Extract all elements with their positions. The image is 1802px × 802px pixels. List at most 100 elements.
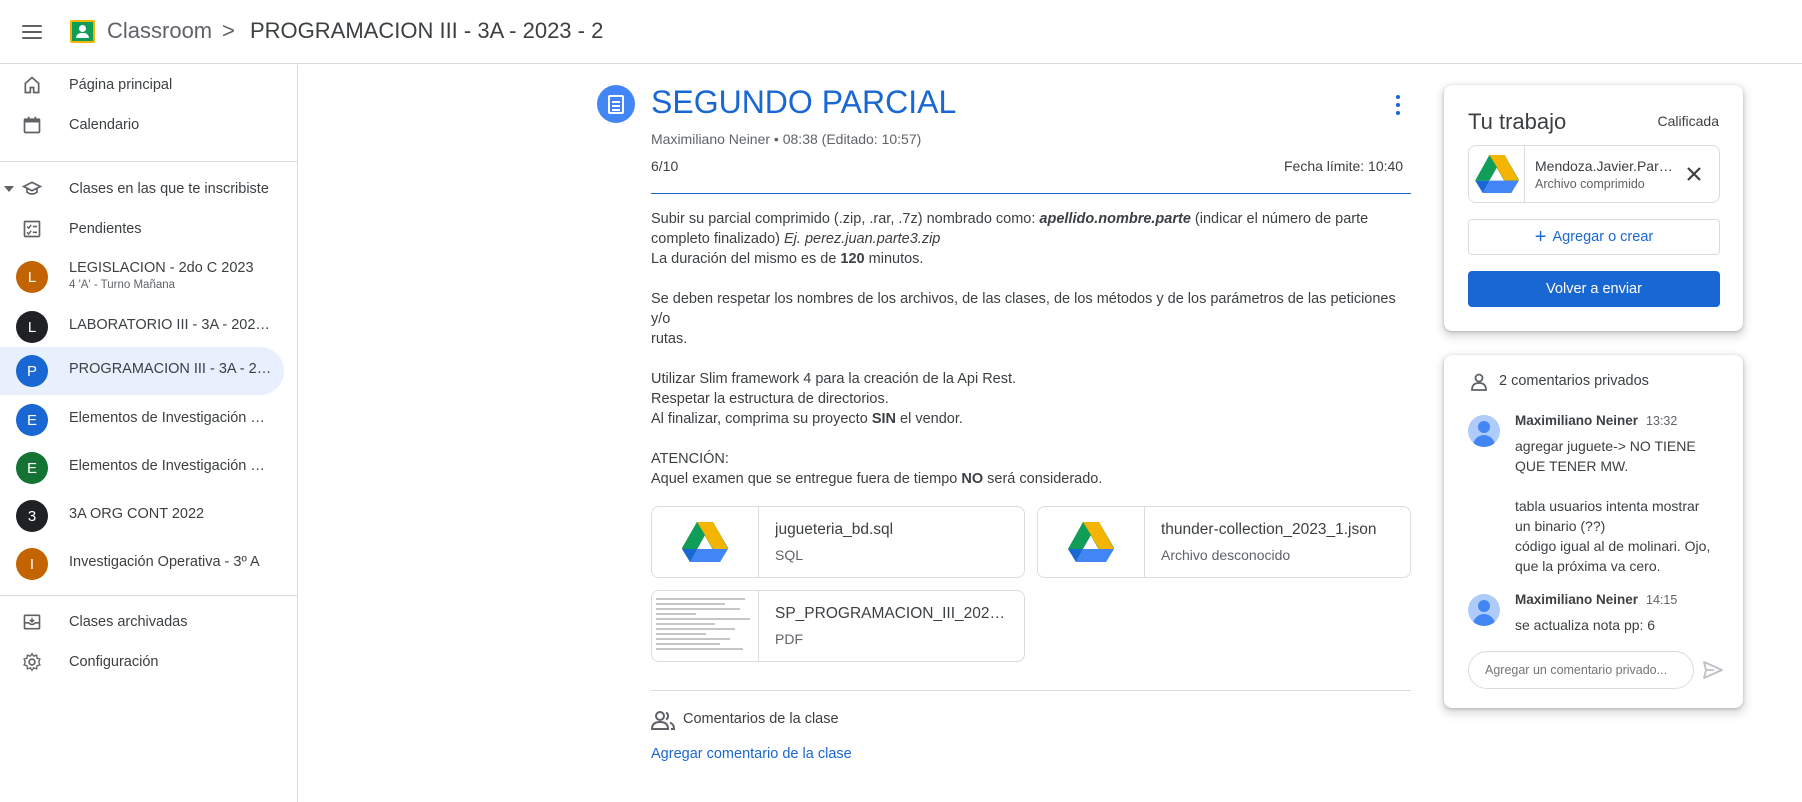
instructions-text: Se deben respetar los nombres de los arc… (651, 291, 1396, 327)
person-icon (1471, 373, 1487, 391)
class-avatar: L (16, 311, 48, 343)
class-avatar: P (16, 355, 48, 387)
sidebar-item-class[interactable]: E Elementos de Investigación Operativa (0, 444, 284, 492)
private-comment-input[interactable] (1468, 651, 1694, 689)
instructions-paragraph-4: ATENCIÓN: Aquel examen que se entregue f… (651, 449, 1411, 489)
assignment-time: 08:38 (Editado: 10:57) (782, 131, 922, 147)
breadcrumb-class-title[interactable]: PROGRAMACION III - 3A - 2023 - 2 (250, 18, 603, 44)
attachment-thumbnail (1038, 507, 1145, 577)
attachment-card[interactable]: thunder-collection_2023_1.json Archivo d… (1037, 506, 1411, 578)
comment-text: se actualiza nota pp: 6 (1515, 617, 1656, 633)
class-avatar: L (16, 261, 48, 293)
sidebar-item-archived[interactable]: Clases archivadas (0, 602, 284, 642)
attachment-type: SQL (775, 547, 804, 563)
instructions-text: Respetar la estructura de directorios. (651, 391, 889, 407)
sidebar-item-label: Investigación Operativa - 3º A (69, 554, 260, 570)
sidebar-item-class[interactable]: I Investigación Operativa - 3º A (0, 540, 284, 588)
archive-icon (23, 614, 41, 630)
top-app-bar: Classroom > PROGRAMACION III - 3A - 2023… (0, 0, 1802, 64)
sidebar-item-label: PROGRAMACION III - 3A - 2023 - 2 (69, 361, 274, 377)
instructions-text: será considerado. (983, 471, 1103, 487)
sidebar: Página principal Calendario Clases en la… (0, 65, 298, 802)
sidebar-item-class[interactable]: 3 3A ORG CONT 2022 (0, 492, 284, 540)
more-options-icon[interactable] (1392, 95, 1404, 115)
comment-time: 13:32 (1646, 414, 1678, 428)
attachment-type: PDF (775, 631, 803, 647)
instructions-text: La duración del mismo es de (651, 251, 841, 267)
resubmit-button[interactable]: Volver a enviar (1468, 271, 1720, 307)
avatar (1468, 415, 1500, 447)
attachment-name: SP_PROGRAMACION_III_2023_2.pdf (775, 605, 1011, 622)
close-icon[interactable] (1683, 163, 1705, 185)
class-avatar: E (16, 404, 48, 436)
instructions-text: el vendor. (895, 411, 963, 427)
checklist-icon (23, 220, 41, 238)
add-or-create-button[interactable]: + Agregar o crear (1468, 219, 1720, 255)
sidebar-item-label: Clases archivadas (69, 614, 188, 630)
sidebar-item-enrolled[interactable]: Clases en las que te inscribiste (0, 169, 284, 209)
instructions-emphasis: NO (961, 471, 984, 487)
main-menu-button[interactable] (20, 20, 44, 44)
sidebar-item-calendar[interactable]: Calendario (0, 105, 284, 145)
class-avatar: 3 (16, 500, 48, 532)
send-icon[interactable] (1702, 660, 1724, 680)
instructions-text: Subir su parcial comprimido (.zip, .rar,… (651, 211, 1040, 227)
instructions-text: (indicar el número de parte (1190, 211, 1369, 227)
instructions-text: Al finalizar, comprima su proyecto (651, 411, 872, 427)
gear-icon (23, 652, 41, 672)
divider (651, 690, 1411, 691)
submitted-file-chip[interactable]: Mendoza.Javier.Parte.zip Archivo comprim… (1468, 145, 1720, 203)
calendar-icon (23, 116, 41, 134)
classroom-logo-icon[interactable] (70, 20, 95, 43)
app-title[interactable]: Classroom (107, 18, 212, 44)
instructions-text: completo finalizado) (651, 231, 784, 247)
grade-status: Calificada (1657, 113, 1719, 129)
sidebar-item-label: Elementos de Investigación Operativa (69, 410, 274, 426)
instructions-paragraph-1: Subir su parcial comprimido (.zip, .rar,… (651, 209, 1411, 269)
submitted-file-type: Archivo comprimido (1535, 177, 1645, 191)
sidebar-item-todo[interactable]: Pendientes (0, 209, 284, 249)
sidebar-item-label: LEGISLACION - 2do C 2023 (69, 260, 254, 276)
attachment-card[interactable]: SP_PROGRAMACION_III_2023_2.pdf PDF (651, 590, 1025, 662)
chip-thumbnail (1469, 146, 1525, 202)
pdf-thumbnail-icon (656, 595, 755, 657)
sidebar-item-label: Configuración (69, 654, 159, 670)
google-drive-icon (1068, 522, 1114, 562)
sidebar-item-label: LABORATORIO III - 3A - 2023 - 2 (69, 317, 274, 333)
assignment-title: SEGUNDO PARCIAL (651, 84, 957, 120)
sidebar-item-label: 3A ORG CONT 2022 (69, 506, 205, 522)
attachment-card[interactable]: jugueteria_bd.sql SQL (651, 506, 1025, 578)
instructions-paragraph-2: Se deben respetar los nombres de los arc… (651, 289, 1411, 349)
avatar (1468, 594, 1500, 626)
sidebar-item-class[interactable]: L LABORATORIO III - 3A - 2023 - 2 (0, 303, 284, 351)
sidebar-item-label: Página principal (69, 77, 173, 93)
comment-text: agregar juguete-> NO TIENE QUE TENER MW.… (1515, 438, 1711, 574)
assignment-due-date: Fecha límite: 10:40 (1284, 158, 1404, 174)
add-class-comment-link[interactable]: Agregar comentario de la clase (651, 746, 852, 762)
add-or-create-label: Agregar o crear (1552, 229, 1654, 245)
instructions-text: minutos. (864, 251, 924, 267)
school-icon (22, 181, 42, 195)
sidebar-divider (0, 595, 297, 596)
class-comments-label: Comentarios de la clase (683, 711, 839, 727)
attachment-thumbnail (652, 507, 759, 577)
google-drive-icon (682, 522, 728, 562)
sidebar-item-class[interactable]: E Elementos de Investigación Operativa (0, 396, 284, 444)
sidebar-divider (0, 161, 297, 162)
comment-author: Maximiliano Neiner 14:15 (1515, 592, 1677, 607)
instructions-emphasis: SIN (871, 411, 896, 427)
sidebar-item-label: Calendario (69, 117, 140, 133)
instructions-filename-format: apellido.nombre.parte (1039, 211, 1191, 227)
instructions-text: Utilizar Slim framework 4 para la creaci… (651, 371, 1017, 387)
your-work-card: Tu trabajo Calificada Mendoza.Javier.Par… (1444, 85, 1743, 331)
assignment-icon (597, 85, 635, 123)
collapse-arrow-icon[interactable] (4, 186, 14, 192)
sidebar-item-class-active[interactable]: P PROGRAMACION III - 3A - 2023 - 2 (0, 347, 284, 395)
sidebar-item-settings[interactable]: Configuración (0, 642, 284, 682)
sidebar-item-label: Pendientes (69, 221, 142, 237)
sidebar-item-class[interactable]: L LEGISLACION - 2do C 2023 4 'A' - Turno… (0, 253, 284, 301)
instructions-paragraph-3: Utilizar Slim framework 4 para la creaci… (651, 369, 1411, 429)
sidebar-item-home[interactable]: Página principal (0, 65, 284, 105)
plus-icon: + (1534, 226, 1547, 248)
private-comments-header: 2 comentarios privados (1499, 373, 1649, 389)
